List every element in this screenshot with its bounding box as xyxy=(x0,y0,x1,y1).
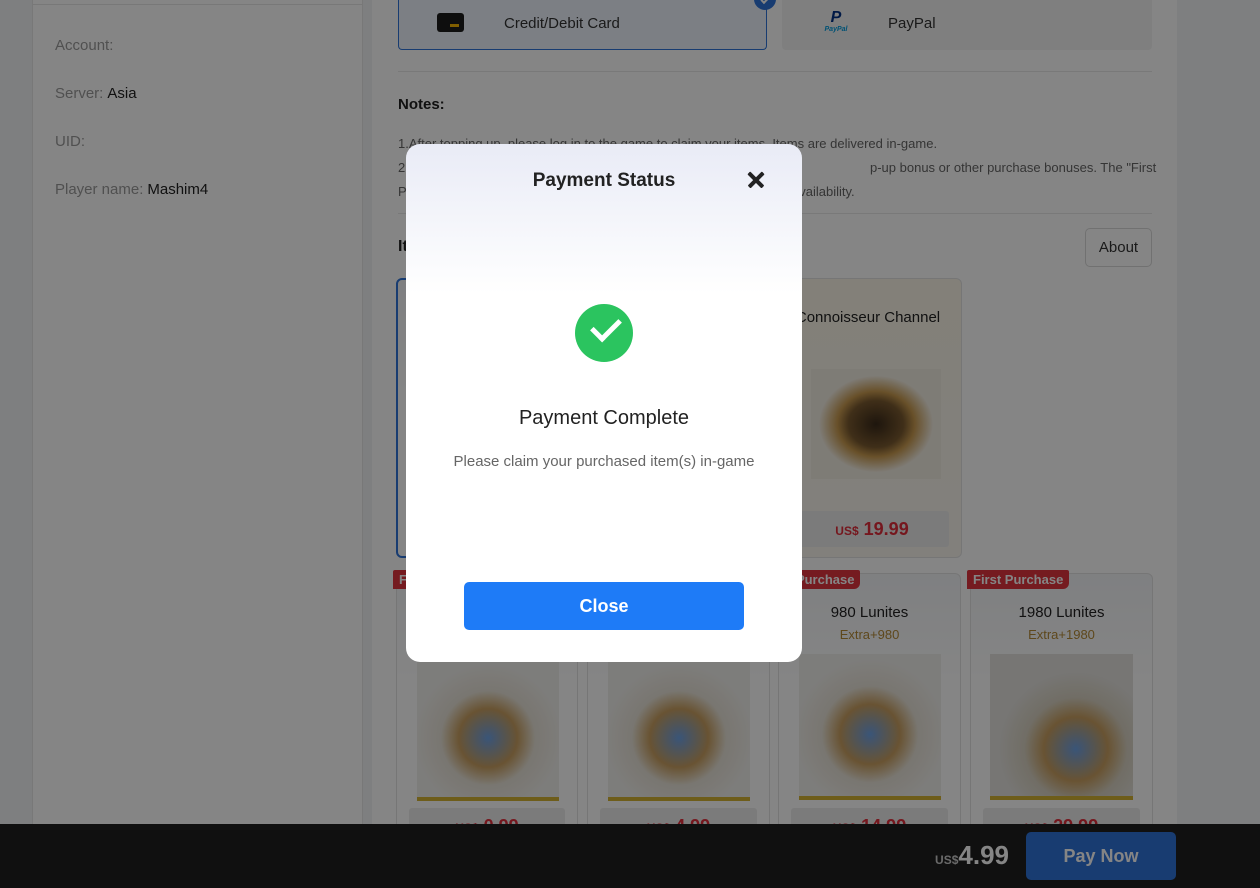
success-check-icon xyxy=(575,304,633,362)
payment-status-text: Payment Complete xyxy=(518,407,690,429)
payment-status-modal: Payment Status Payment Complete Please c… xyxy=(406,144,802,662)
close-button[interactable]: Close xyxy=(464,582,744,630)
modal-title: Payment Status xyxy=(532,170,676,191)
payment-status-description: Please claim your purchased item(s) in-g… xyxy=(453,453,755,470)
close-icon[interactable] xyxy=(744,168,768,192)
